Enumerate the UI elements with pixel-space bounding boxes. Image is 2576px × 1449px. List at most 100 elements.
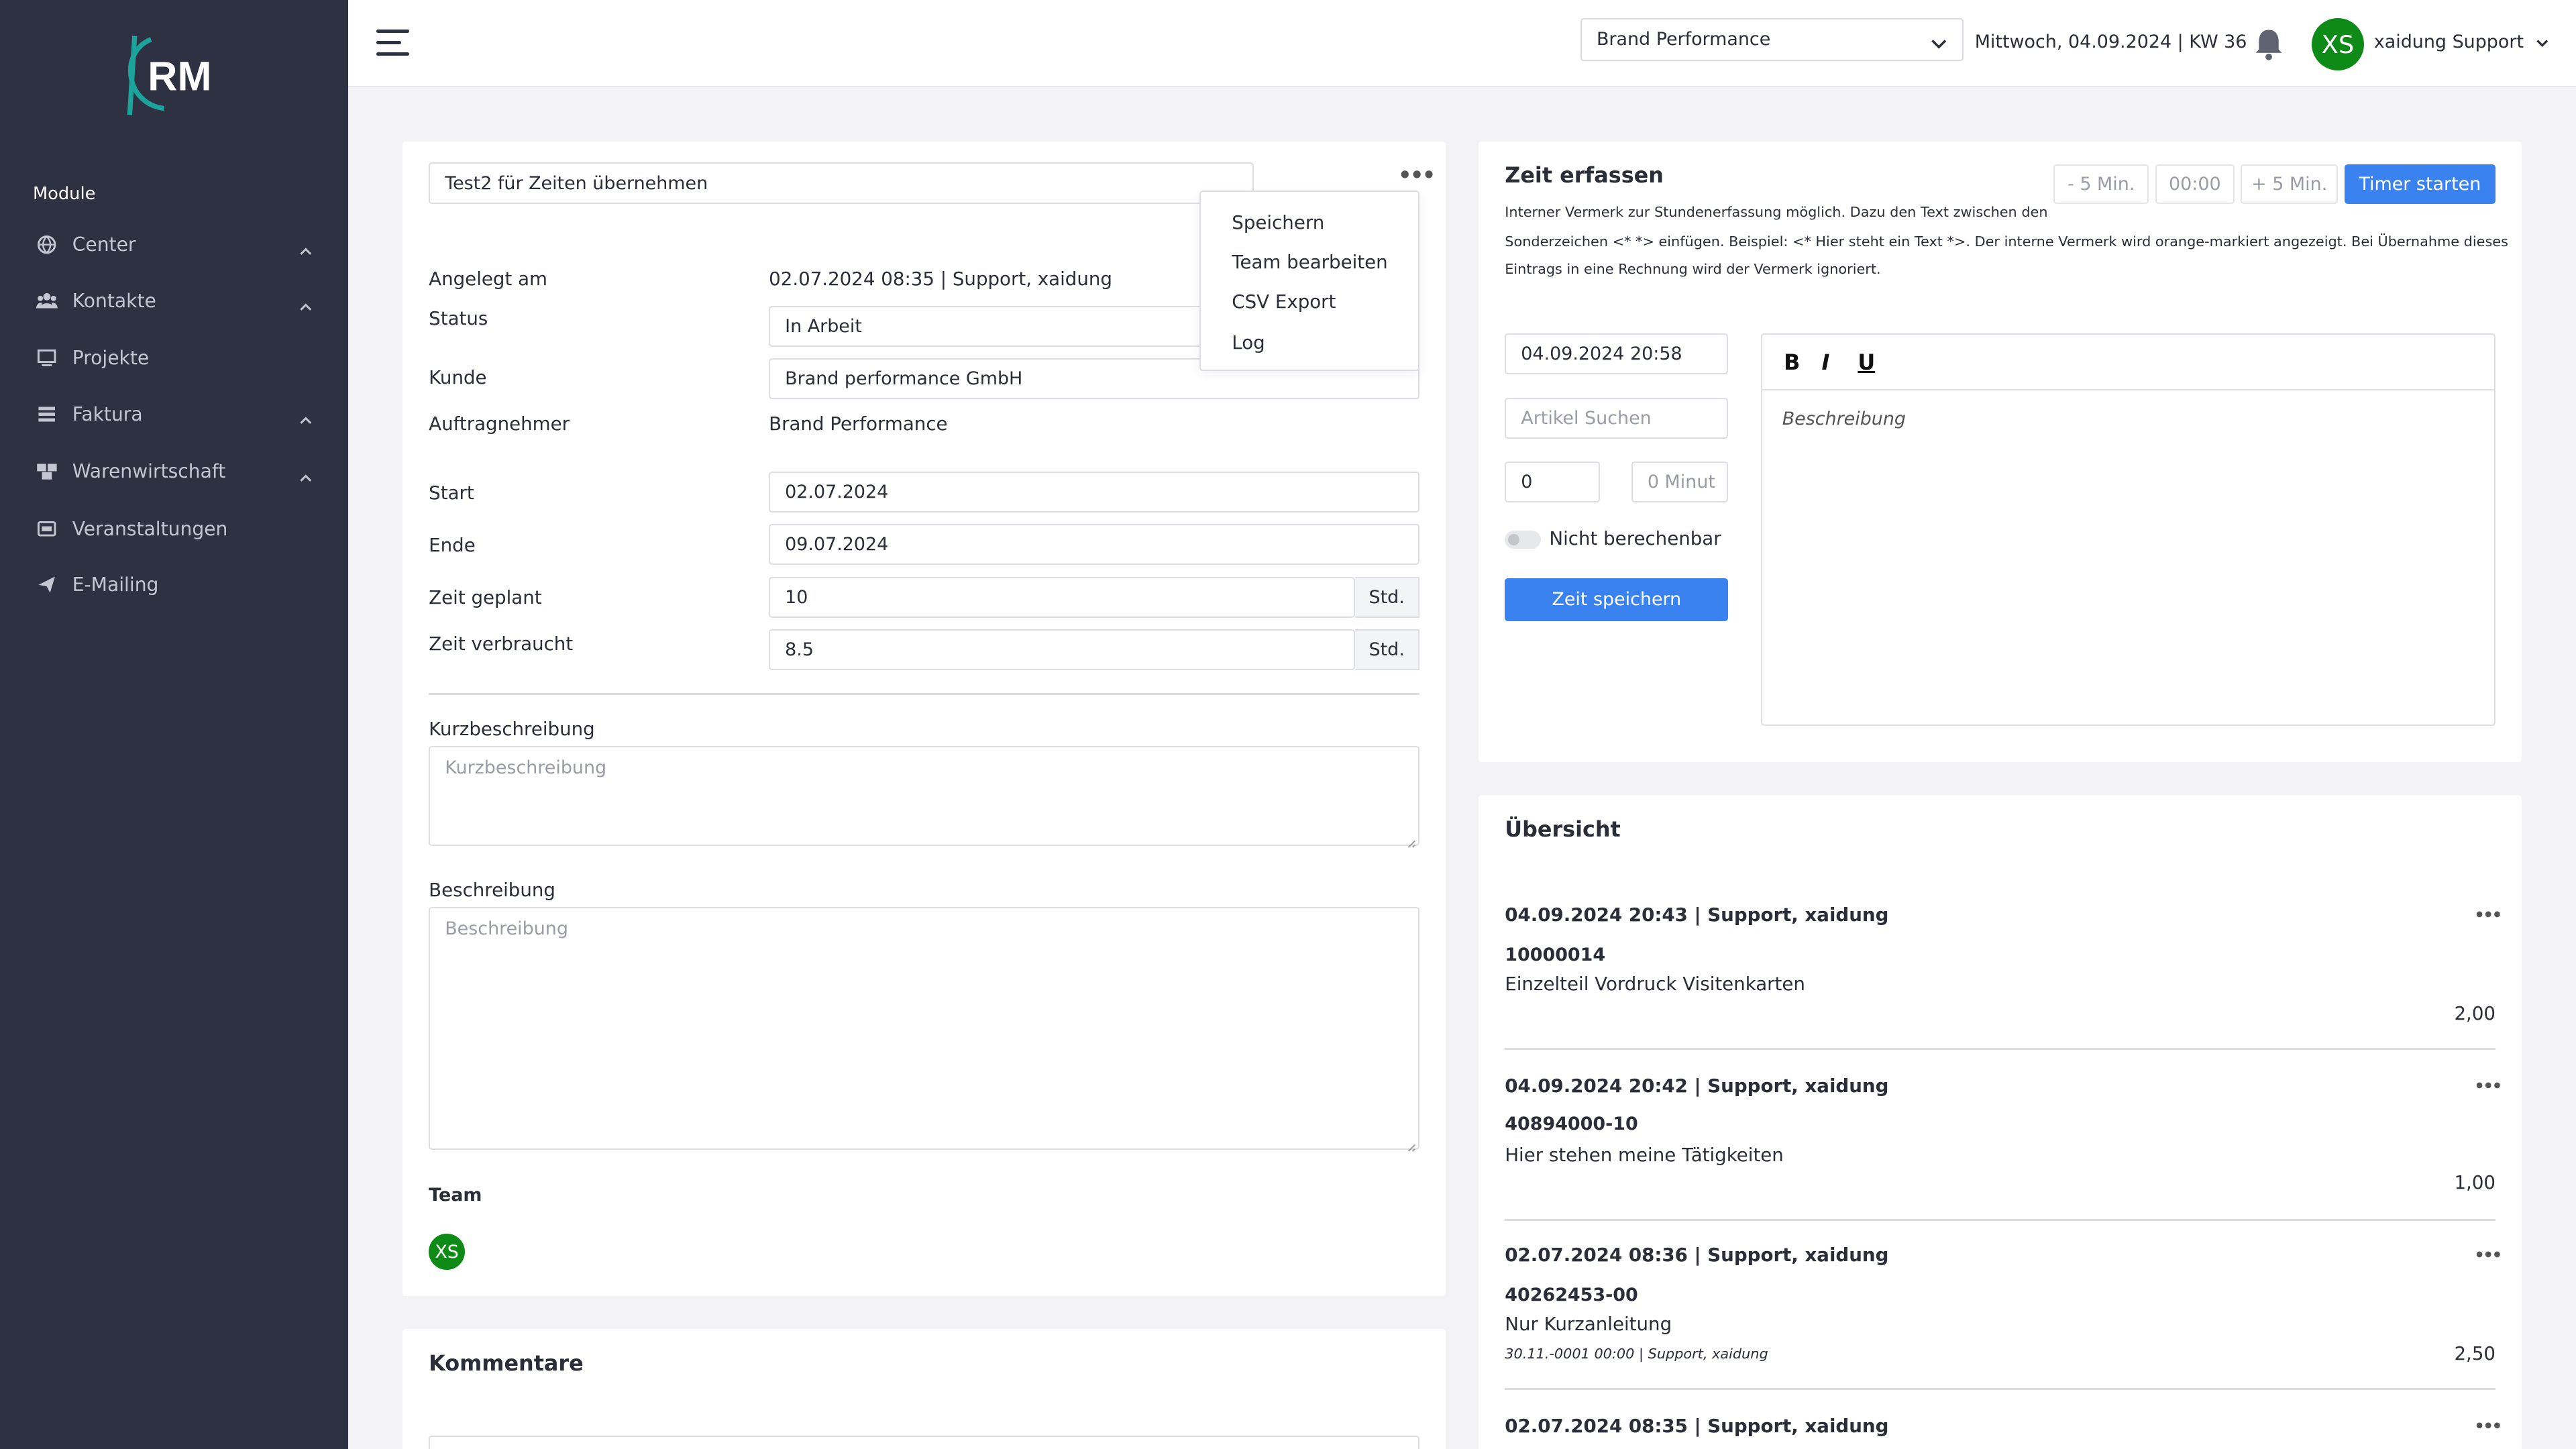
chevron-up-icon xyxy=(299,407,313,429)
entry-description: Hier stehen meine Tätigkeiten xyxy=(1505,1143,1784,1166)
underline-button[interactable]: U xyxy=(1858,350,1875,375)
chevron-down-icon xyxy=(1931,33,1947,54)
menu-item-csv-export[interactable]: CSV Export xyxy=(1232,290,1336,313)
menu-item-log[interactable]: Log xyxy=(1232,331,1265,354)
menu-item-edit-team[interactable]: Team bearbeiten xyxy=(1232,251,1387,273)
entry-header: 04.09.2024 20:42 | Support, xaidung xyxy=(1505,1074,1889,1097)
comments-card: Kommentare xyxy=(402,1329,1446,1449)
more-options-icon[interactable]: ••• xyxy=(2474,1076,2502,1095)
sidebar-item-warenwirtschaft[interactable]: Warenwirtschaft xyxy=(0,447,348,496)
stack-icon xyxy=(36,403,58,425)
more-options-icon[interactable]: ••• xyxy=(1398,162,1436,188)
entry-header: 04.09.2024 20:43 | Support, xaidung xyxy=(1505,903,1889,926)
italic-button[interactable]: I xyxy=(1821,350,1829,375)
sidebar-item-faktura[interactable]: Faktura xyxy=(0,389,348,438)
sidebar: RM Module Center Kontakte Projekte Faktu… xyxy=(0,0,349,1449)
start-label: Start xyxy=(429,481,474,504)
time-entry-title: Zeit erfassen xyxy=(1505,162,1664,189)
entry-code: 40262453-00 xyxy=(1505,1285,1638,1306)
hours-unit: Std. xyxy=(1355,576,1419,618)
chevron-up-icon xyxy=(299,238,313,260)
divider xyxy=(429,693,1419,695)
comment-input[interactable] xyxy=(429,1436,1419,1449)
user-avatar[interactable]: XS xyxy=(2311,17,2365,71)
resize-handle-icon[interactable] xyxy=(1407,1137,1417,1152)
not-billable-toggle[interactable] xyxy=(1505,531,1542,549)
menu-item-save[interactable]: Speichern xyxy=(1232,211,1324,233)
save-time-button[interactable]: Zeit speichern xyxy=(1505,578,1729,621)
sidebar-item-veranstaltungen[interactable]: Veranstaltungen xyxy=(0,504,348,553)
planned-time-input[interactable]: 10 xyxy=(769,576,1356,618)
minutes-input[interactable]: 0 Minut xyxy=(1631,462,1729,503)
created-label: Angelegt am xyxy=(429,268,547,290)
description-textarea[interactable]: Beschreibung xyxy=(429,906,1419,1152)
bell-icon[interactable] xyxy=(2254,28,2284,68)
start-timer-button[interactable]: Timer starten xyxy=(2344,164,2496,204)
entry-description: Einzelteil Vordruck Visitenkarten xyxy=(1505,972,1805,995)
overview-title: Übersicht xyxy=(1505,816,1621,843)
chevron-up-icon xyxy=(299,294,313,316)
editor-toolbar: B I U xyxy=(1762,335,2494,391)
note-line-3: Eintrags in eine Rechnung wird der Verme… xyxy=(1505,261,1881,278)
chevron-down-icon xyxy=(2536,32,2549,52)
time-entry-card: Zeit erfassen - 5 Min. 00:00 + 5 Min. Ti… xyxy=(1479,141,2522,763)
used-time-input[interactable]: 8.5 xyxy=(769,629,1356,671)
short-description-textarea[interactable]: Kurzbeschreibung xyxy=(429,745,1419,849)
end-date-input[interactable]: 09.07.2024 xyxy=(769,524,1419,566)
boxes-icon xyxy=(36,461,58,482)
article-search-input[interactable]: Artikel Suchen xyxy=(1505,397,1729,439)
hours-unit: Std. xyxy=(1355,629,1419,671)
current-date: Mittwoch, 04.09.2024 | KW 36 xyxy=(1974,31,2247,52)
customer-label: Kunde xyxy=(429,366,487,389)
sidebar-item-projekte[interactable]: Projekte xyxy=(0,333,348,382)
brand-select-value: Brand Performance xyxy=(1596,29,1771,50)
more-options-icon[interactable]: ••• xyxy=(2474,1245,2502,1265)
paper-plane-icon xyxy=(36,574,58,596)
sidebar-item-label: Projekte xyxy=(72,347,150,370)
entry-code: 10000014 xyxy=(1505,945,1606,966)
sidebar-item-label: Veranstaltungen xyxy=(72,518,228,541)
sidebar-item-label: Kontakte xyxy=(72,289,156,312)
more-options-icon[interactable]: ••• xyxy=(2474,1416,2502,1436)
start-date-input[interactable]: 02.07.2024 xyxy=(769,471,1419,513)
overview-card: Übersicht 04.09.2024 20:43 | Support, xa… xyxy=(1479,795,2522,1449)
entry-header: 02.07.2024 08:36 | Support, xaidung xyxy=(1505,1243,1889,1266)
comments-title: Kommentare xyxy=(429,1350,584,1377)
sidebar-item-kontakte[interactable]: Kontakte xyxy=(0,276,348,325)
editor-placeholder[interactable]: Beschreibung xyxy=(1782,409,1906,429)
user-menu[interactable]: xaidung Support xyxy=(2374,32,2549,52)
minus-5-min-button[interactable]: - 5 Min. xyxy=(2053,164,2149,204)
project-title-input[interactable]: Test2 für Zeiten übernehmen xyxy=(429,162,1254,204)
entry-amount: 2,50 xyxy=(2454,1342,2496,1364)
description-placeholder: Beschreibung xyxy=(445,918,568,939)
entry-code: 40894000-10 xyxy=(1505,1114,1638,1135)
hours-input[interactable]: 0 xyxy=(1505,462,1601,503)
not-billable-label: Nicht berechenbar xyxy=(1549,527,1721,550)
created-value: 02.07.2024 08:35 | Support, xaidung xyxy=(769,268,1112,290)
bold-button[interactable]: B xyxy=(1784,350,1800,375)
description-label: Beschreibung xyxy=(429,879,555,902)
plus-5-min-button[interactable]: + 5 Min. xyxy=(2241,164,2338,204)
status-label: Status xyxy=(429,307,488,329)
description-editor: B I U Beschreibung xyxy=(1761,333,2496,727)
more-options-icon[interactable]: ••• xyxy=(2474,905,2502,924)
note-line-2: Sonderzeichen <* *> einfügen. Beispiel: … xyxy=(1505,233,2508,250)
ticket-icon xyxy=(36,519,58,540)
sidebar-item-label: E-Mailing xyxy=(72,574,159,596)
crm-logo[interactable]: RM xyxy=(125,30,223,118)
entry-meta: 30.11.-0001 00:00 | Support, xaidung xyxy=(1505,1345,1768,1362)
resize-handle-icon[interactable] xyxy=(1407,833,1417,849)
sidebar-item-center[interactable]: Center xyxy=(0,220,348,269)
team-label: Team xyxy=(429,1184,482,1205)
contractor-value: Brand Performance xyxy=(769,412,948,435)
short-description-label: Kurzbeschreibung xyxy=(429,718,595,741)
monitor-icon xyxy=(36,347,58,369)
contractor-label: Auftragnehmer xyxy=(429,412,570,435)
menu-toggle-icon[interactable] xyxy=(376,30,409,56)
divider xyxy=(1505,1219,2496,1221)
top-bar: Brand Performance Mittwoch, 04.09.2024 |… xyxy=(348,0,2576,87)
team-member-avatar[interactable]: XS xyxy=(429,1234,466,1271)
brand-select[interactable]: Brand Performance xyxy=(1580,17,1964,61)
sidebar-item-e-mailing[interactable]: E-Mailing xyxy=(0,560,348,609)
datetime-input[interactable]: 04.09.2024 20:58 xyxy=(1505,333,1729,375)
